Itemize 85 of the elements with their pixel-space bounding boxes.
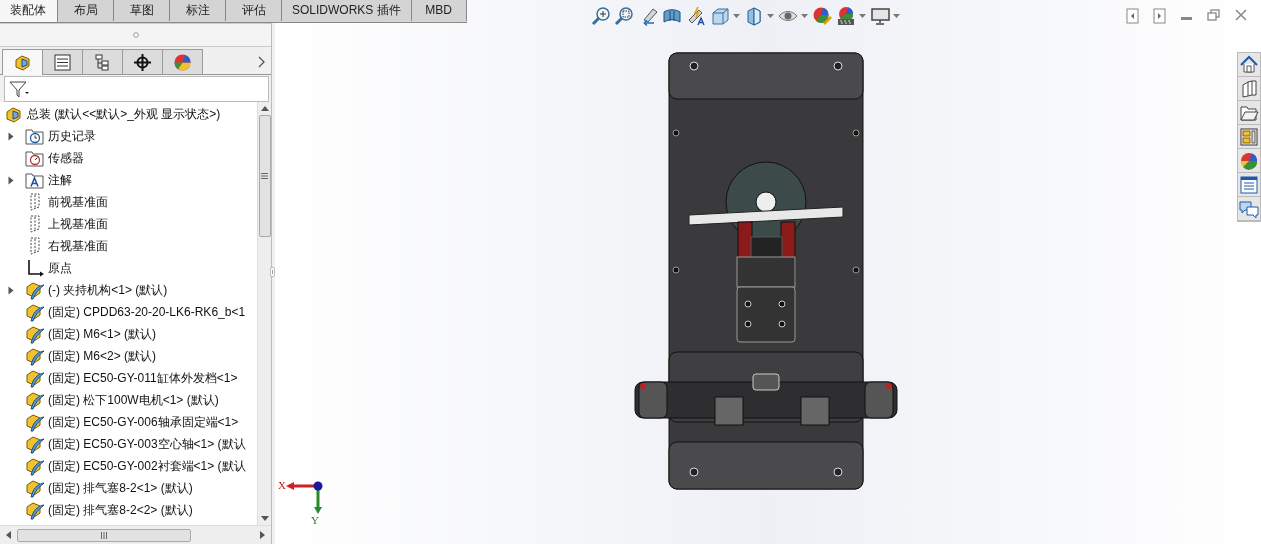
display-style-icon[interactable] <box>744 6 764 26</box>
chat-bubbles-icon[interactable] <box>1239 198 1259 219</box>
color-ball-icon[interactable] <box>1239 150 1259 171</box>
tree-item[interactable]: 原点 <box>48 259 72 277</box>
tree-item[interactable]: 总装 (默认<<默认>_外观 显示状态>) <box>27 105 221 123</box>
part-feather-icon <box>25 390 45 410</box>
caret-icon[interactable] <box>859 14 866 18</box>
zoom-to-fit-icon[interactable] <box>590 6 610 26</box>
caret-icon[interactable] <box>767 14 774 18</box>
part-feather-icon <box>25 500 45 520</box>
expand-triangle-icon[interactable] <box>8 131 14 141</box>
caret-icon[interactable] <box>893 14 900 18</box>
scrollbar-thumb[interactable] <box>17 528 191 542</box>
tree-item[interactable]: 历史记录 <box>48 127 96 145</box>
part-feather-icon <box>25 456 45 476</box>
funnel-icon <box>8 80 30 98</box>
filter-field[interactable] <box>4 76 269 102</box>
section-view-icon[interactable] <box>662 6 682 26</box>
part-feather-icon <box>25 324 45 344</box>
edit-appearance-icon[interactable] <box>812 6 832 26</box>
tree-item[interactable]: (固定) 排气塞8-2<1> (默认) <box>48 479 193 497</box>
scroll-up-icon[interactable] <box>260 106 269 111</box>
tree-item[interactable]: (-) 夹持机构<1> (默认) <box>48 281 168 299</box>
dynamic-annotation-icon[interactable] <box>686 6 706 26</box>
tree-item[interactable]: 右视基准面 <box>48 237 108 255</box>
tree-item[interactable]: 传感器 <box>48 149 84 167</box>
caret-icon[interactable] <box>801 14 808 18</box>
annotation-folder-icon <box>25 170 45 190</box>
tree-item[interactable]: (固定) EC50-GY-002衬套端<1> (默认 <box>48 457 246 475</box>
origin-axes-icon <box>25 258 45 278</box>
scroll-right-icon[interactable] <box>260 531 265 539</box>
panel-left-icon[interactable] <box>1126 8 1139 24</box>
part-feather-icon <box>25 280 45 300</box>
home-icon[interactable] <box>1239 54 1259 75</box>
tree-item[interactable]: 注解 <box>48 171 72 189</box>
view-palette-icon[interactable] <box>1239 126 1259 147</box>
scroll-down-icon[interactable] <box>260 516 269 521</box>
books-icon[interactable] <box>1239 78 1259 99</box>
vertical-scrollbar[interactable] <box>257 102 271 525</box>
sensor-folder-icon <box>25 148 45 168</box>
tree-item[interactable]: (固定) M6<2> (默认) <box>48 347 156 365</box>
property-list-icon <box>53 52 72 72</box>
configuration-tree-icon <box>93 52 112 72</box>
zoom-area-icon[interactable] <box>614 6 634 26</box>
expand-triangle-icon[interactable] <box>8 285 14 295</box>
scrollbar-thumb[interactable] <box>258 115 271 237</box>
horizontal-scrollbar[interactable] <box>0 525 271 544</box>
tree-item[interactable]: (固定) EC50-GY-011缸体外发档<1> <box>48 369 238 387</box>
part-feather-icon <box>25 412 45 432</box>
part-feather-icon <box>25 434 45 454</box>
grip-lines-icon <box>261 173 268 179</box>
grip-lines-icon <box>101 531 107 539</box>
list-icon[interactable] <box>1239 174 1259 195</box>
tree-item[interactable]: (固定) 排气塞8-2<2> (默认) <box>48 501 193 519</box>
panel-tab[interactable] <box>122 49 163 74</box>
scroll-left-icon[interactable] <box>6 531 11 539</box>
caret-icon[interactable] <box>733 14 740 18</box>
panel-right-icon[interactable] <box>1153 8 1166 24</box>
command-tab[interactable]: 装配体 <box>0 0 58 22</box>
part-feather-icon <box>25 368 45 388</box>
part-feather-icon <box>25 346 45 366</box>
part-feather-icon <box>25 302 45 322</box>
assembly-icon <box>4 104 24 124</box>
tree-item[interactable]: (固定) EC50-GY-006轴承固定端<1> <box>48 413 239 431</box>
tree-item[interactable]: 前视基准面 <box>48 193 108 211</box>
view-orientation-icon[interactable] <box>710 6 730 26</box>
part-feather-icon <box>25 478 45 498</box>
tree-item[interactable]: (固定) 松下100W电机<1> (默认) <box>48 391 219 409</box>
axis-label: X <box>278 479 286 491</box>
restore-icon[interactable] <box>1207 8 1220 24</box>
chevron-right-icon[interactable] <box>257 55 265 68</box>
assembly-icon <box>13 53 32 72</box>
scene-icon[interactable] <box>836 6 856 26</box>
tree-item[interactable]: (固定) EC50-GY-003空心轴<1> (默认 <box>48 435 246 453</box>
history-folder-icon <box>25 126 45 146</box>
tree-item[interactable]: 上视基准面 <box>48 215 108 233</box>
axis-label: Y <box>311 514 319 526</box>
monitor-icon[interactable] <box>870 6 890 26</box>
splitter-handle-icon[interactable] <box>270 266 275 278</box>
grip-handle-icon[interactable] <box>132 32 139 38</box>
expand-triangle-icon[interactable] <box>8 175 14 185</box>
tree-item[interactable]: (固定) CPDD63-20-20-LK6-RK6_b<1 <box>48 303 246 321</box>
color-ball-icon <box>173 52 192 72</box>
tree-item[interactable]: (固定) M6<1> (默认) <box>48 325 156 343</box>
crosshair-icon <box>133 52 152 72</box>
